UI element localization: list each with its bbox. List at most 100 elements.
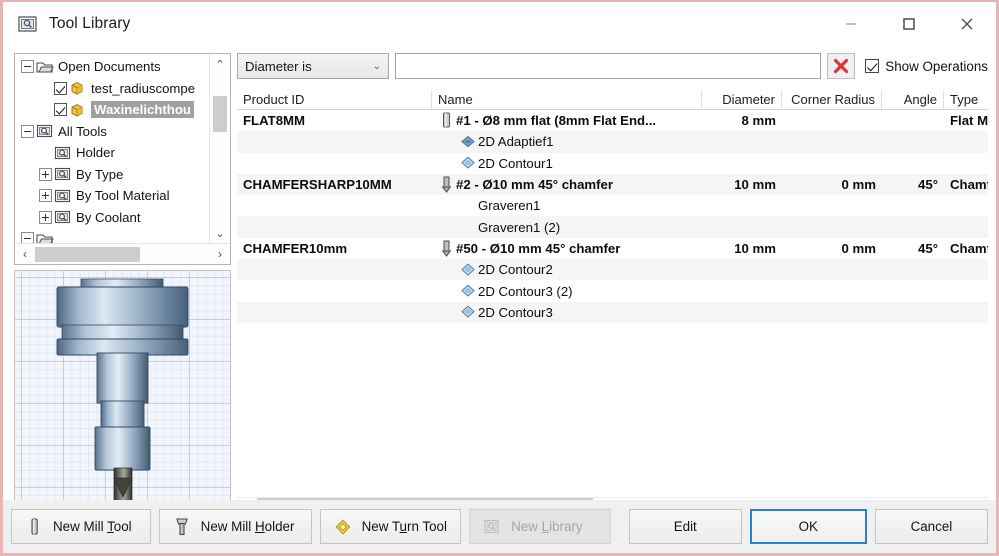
tree-expander-placeholder [39, 146, 52, 159]
label-pre: OK [798, 519, 818, 534]
table-row[interactable]: FLAT8MM #1 - Ø8 mm flat (8mm Flat End... 8… [237, 110, 988, 131]
column-header-type[interactable]: Type [944, 90, 988, 109]
table-row[interactable]: CHAMFERSHARP10MM #2 - Ø10 mm 45° chamfer 1… [237, 173, 988, 196]
cell-name: 2D Contour3 (2) [432, 280, 702, 301]
tree-item-label: Open Documents [58, 59, 161, 75]
table-row[interactable]: Graveren1 (2) [237, 216, 988, 238]
tree-scroll-right-icon[interactable]: › [210, 247, 230, 261]
table-row[interactable]: 2D Contour2 [237, 259, 988, 281]
cell-corner-radius [782, 280, 882, 301]
cell-corner-radius [782, 131, 882, 152]
new-mill-tool-label: New Mill Tool [53, 519, 132, 534]
cell-angle [882, 153, 944, 174]
filter-criterion-dropdown[interactable]: Diameter is ⌄ [237, 53, 389, 79]
cell-angle [882, 259, 944, 280]
table-row[interactable]: 2D Adaptief1 [237, 131, 988, 153]
filter-value-input[interactable] [395, 53, 822, 79]
tree-item-by-coolant[interactable]: By Coolant [15, 207, 209, 229]
tree-item-by-type[interactable]: By Type [15, 164, 209, 186]
cell-diameter: 10 mm [734, 177, 776, 193]
tree-scroll-down-icon[interactable]: ⌄ [210, 223, 230, 243]
cell-diameter [702, 131, 782, 152]
cell-name: 2D Contour3 [432, 302, 702, 323]
filter-bar: Diameter is ⌄ Show Operations [237, 53, 988, 79]
cell-angle [882, 216, 944, 237]
cell-name-text: 2D Contour2 [478, 262, 553, 278]
tree-item-waxinelichthou[interactable]: Waxinelichthou [15, 99, 209, 121]
tree-item-checkbox[interactable] [54, 103, 67, 117]
tree-item-checkbox[interactable] [54, 81, 67, 95]
new-mill-holder-button[interactable]: New Mill Holder [158, 509, 312, 544]
contour-operation-icon [460, 305, 476, 319]
cell-diameter [702, 259, 782, 280]
cell-product-id: CHAMFER10mm [243, 240, 348, 256]
endmill-icon [24, 517, 44, 537]
tree-expander-minus-icon[interactable] [21, 124, 34, 138]
label-pre: New T [361, 519, 400, 534]
cell-diameter: 8 mm [741, 113, 776, 129]
clear-filter-button[interactable] [827, 53, 856, 79]
contour-operation-icon [460, 156, 476, 170]
minimize-button[interactable] [822, 2, 880, 46]
column-header-product-id[interactable]: Product ID [237, 90, 432, 109]
ok-label: OK [799, 519, 818, 534]
column-header-diameter[interactable]: Diameter [702, 90, 782, 109]
new-library-button: New Library [469, 509, 611, 544]
tree-expander-plus-icon[interactable] [39, 210, 52, 224]
cell-corner-radius [782, 216, 882, 237]
cell-type [944, 302, 988, 323]
tree-horizontal-scrollbar[interactable]: ‹ › [15, 243, 230, 264]
label-pre: New Mill [200, 519, 255, 534]
chamfer-mill-icon [438, 176, 454, 193]
cell-angle [882, 195, 944, 216]
show-operations-checkbox[interactable]: Show Operations [865, 59, 988, 74]
turn-tool-icon [333, 518, 353, 536]
maximize-button[interactable] [880, 2, 938, 46]
new-turn-tool-label: New Turn Tool [362, 519, 447, 534]
edit-button[interactable]: Edit [628, 509, 742, 544]
tree-item-label: Waxinelichthou [91, 101, 194, 119]
tree-expander-plus-icon[interactable] [39, 167, 52, 181]
cell-corner-radius [782, 302, 882, 323]
tree-vertical-scrollbar[interactable]: ⌃ ⌄ [209, 54, 230, 243]
new-mill-tool-button[interactable]: New Mill Tool [11, 509, 151, 544]
cell-product-id [237, 259, 432, 280]
cell-name: #50 - Ø10 mm 45° chamfer [432, 238, 702, 259]
tool-3d-preview [56, 278, 189, 502]
table-row[interactable]: 2D Contour3 [237, 301, 988, 323]
tree-item-clipped[interactable] [15, 228, 209, 243]
show-operations-box[interactable] [865, 59, 880, 73]
cell-name-text: 2D Contour3 [478, 304, 553, 320]
show-operations-label: Show Operations [885, 58, 988, 74]
cell-product-id [237, 195, 432, 216]
tree-expander-minus-icon[interactable] [21, 232, 34, 243]
tree-item-by-tool-material[interactable]: By Tool Material [15, 185, 209, 207]
column-header-angle[interactable]: Angle [882, 90, 944, 109]
cell-type: Chamf [950, 240, 988, 256]
tree-item-open-documents[interactable]: Open Documents [15, 56, 209, 78]
table-row[interactable]: 2D Contour3 (2) [237, 280, 988, 301]
tree-scroll-up-icon[interactable]: ⌃ [210, 54, 230, 74]
tree-item-label: Holder [76, 145, 115, 161]
table-row[interactable]: 2D Contour1 [237, 153, 988, 174]
tree-item-all-tools[interactable]: All Tools [15, 121, 209, 143]
close-button[interactable] [938, 2, 996, 46]
new-turn-tool-button[interactable]: New Turn Tool [319, 509, 462, 544]
table-row[interactable]: CHAMFER10mm #50 - Ø10 mm 45° chamfer 10 mm… [237, 238, 988, 259]
column-header-name[interactable]: Name [432, 90, 702, 109]
tree-scroll-left-icon[interactable]: ‹ [15, 247, 35, 261]
tree-item-test-radiuscompe[interactable]: test_radiuscompe [15, 78, 209, 100]
tree-vscroll-thumb[interactable] [213, 96, 227, 132]
label-post: ool [113, 519, 132, 534]
column-header-corner-radius[interactable]: Corner Radius [782, 90, 882, 109]
tree-expander-minus-icon[interactable] [21, 60, 34, 74]
tree-item-holder[interactable]: Holder [15, 142, 209, 164]
cancel-button[interactable]: Cancel [874, 509, 988, 544]
table-row[interactable]: Graveren1 [237, 195, 988, 216]
cell-product-id [237, 131, 432, 152]
contour-operation-icon [460, 263, 476, 277]
library-tree-panel: Open Documents test_radiuscompe Waxinelich… [14, 53, 231, 265]
tree-hscroll-thumb[interactable] [35, 246, 140, 262]
tree-expander-plus-icon[interactable] [39, 189, 52, 203]
ok-button[interactable]: OK [749, 509, 867, 544]
